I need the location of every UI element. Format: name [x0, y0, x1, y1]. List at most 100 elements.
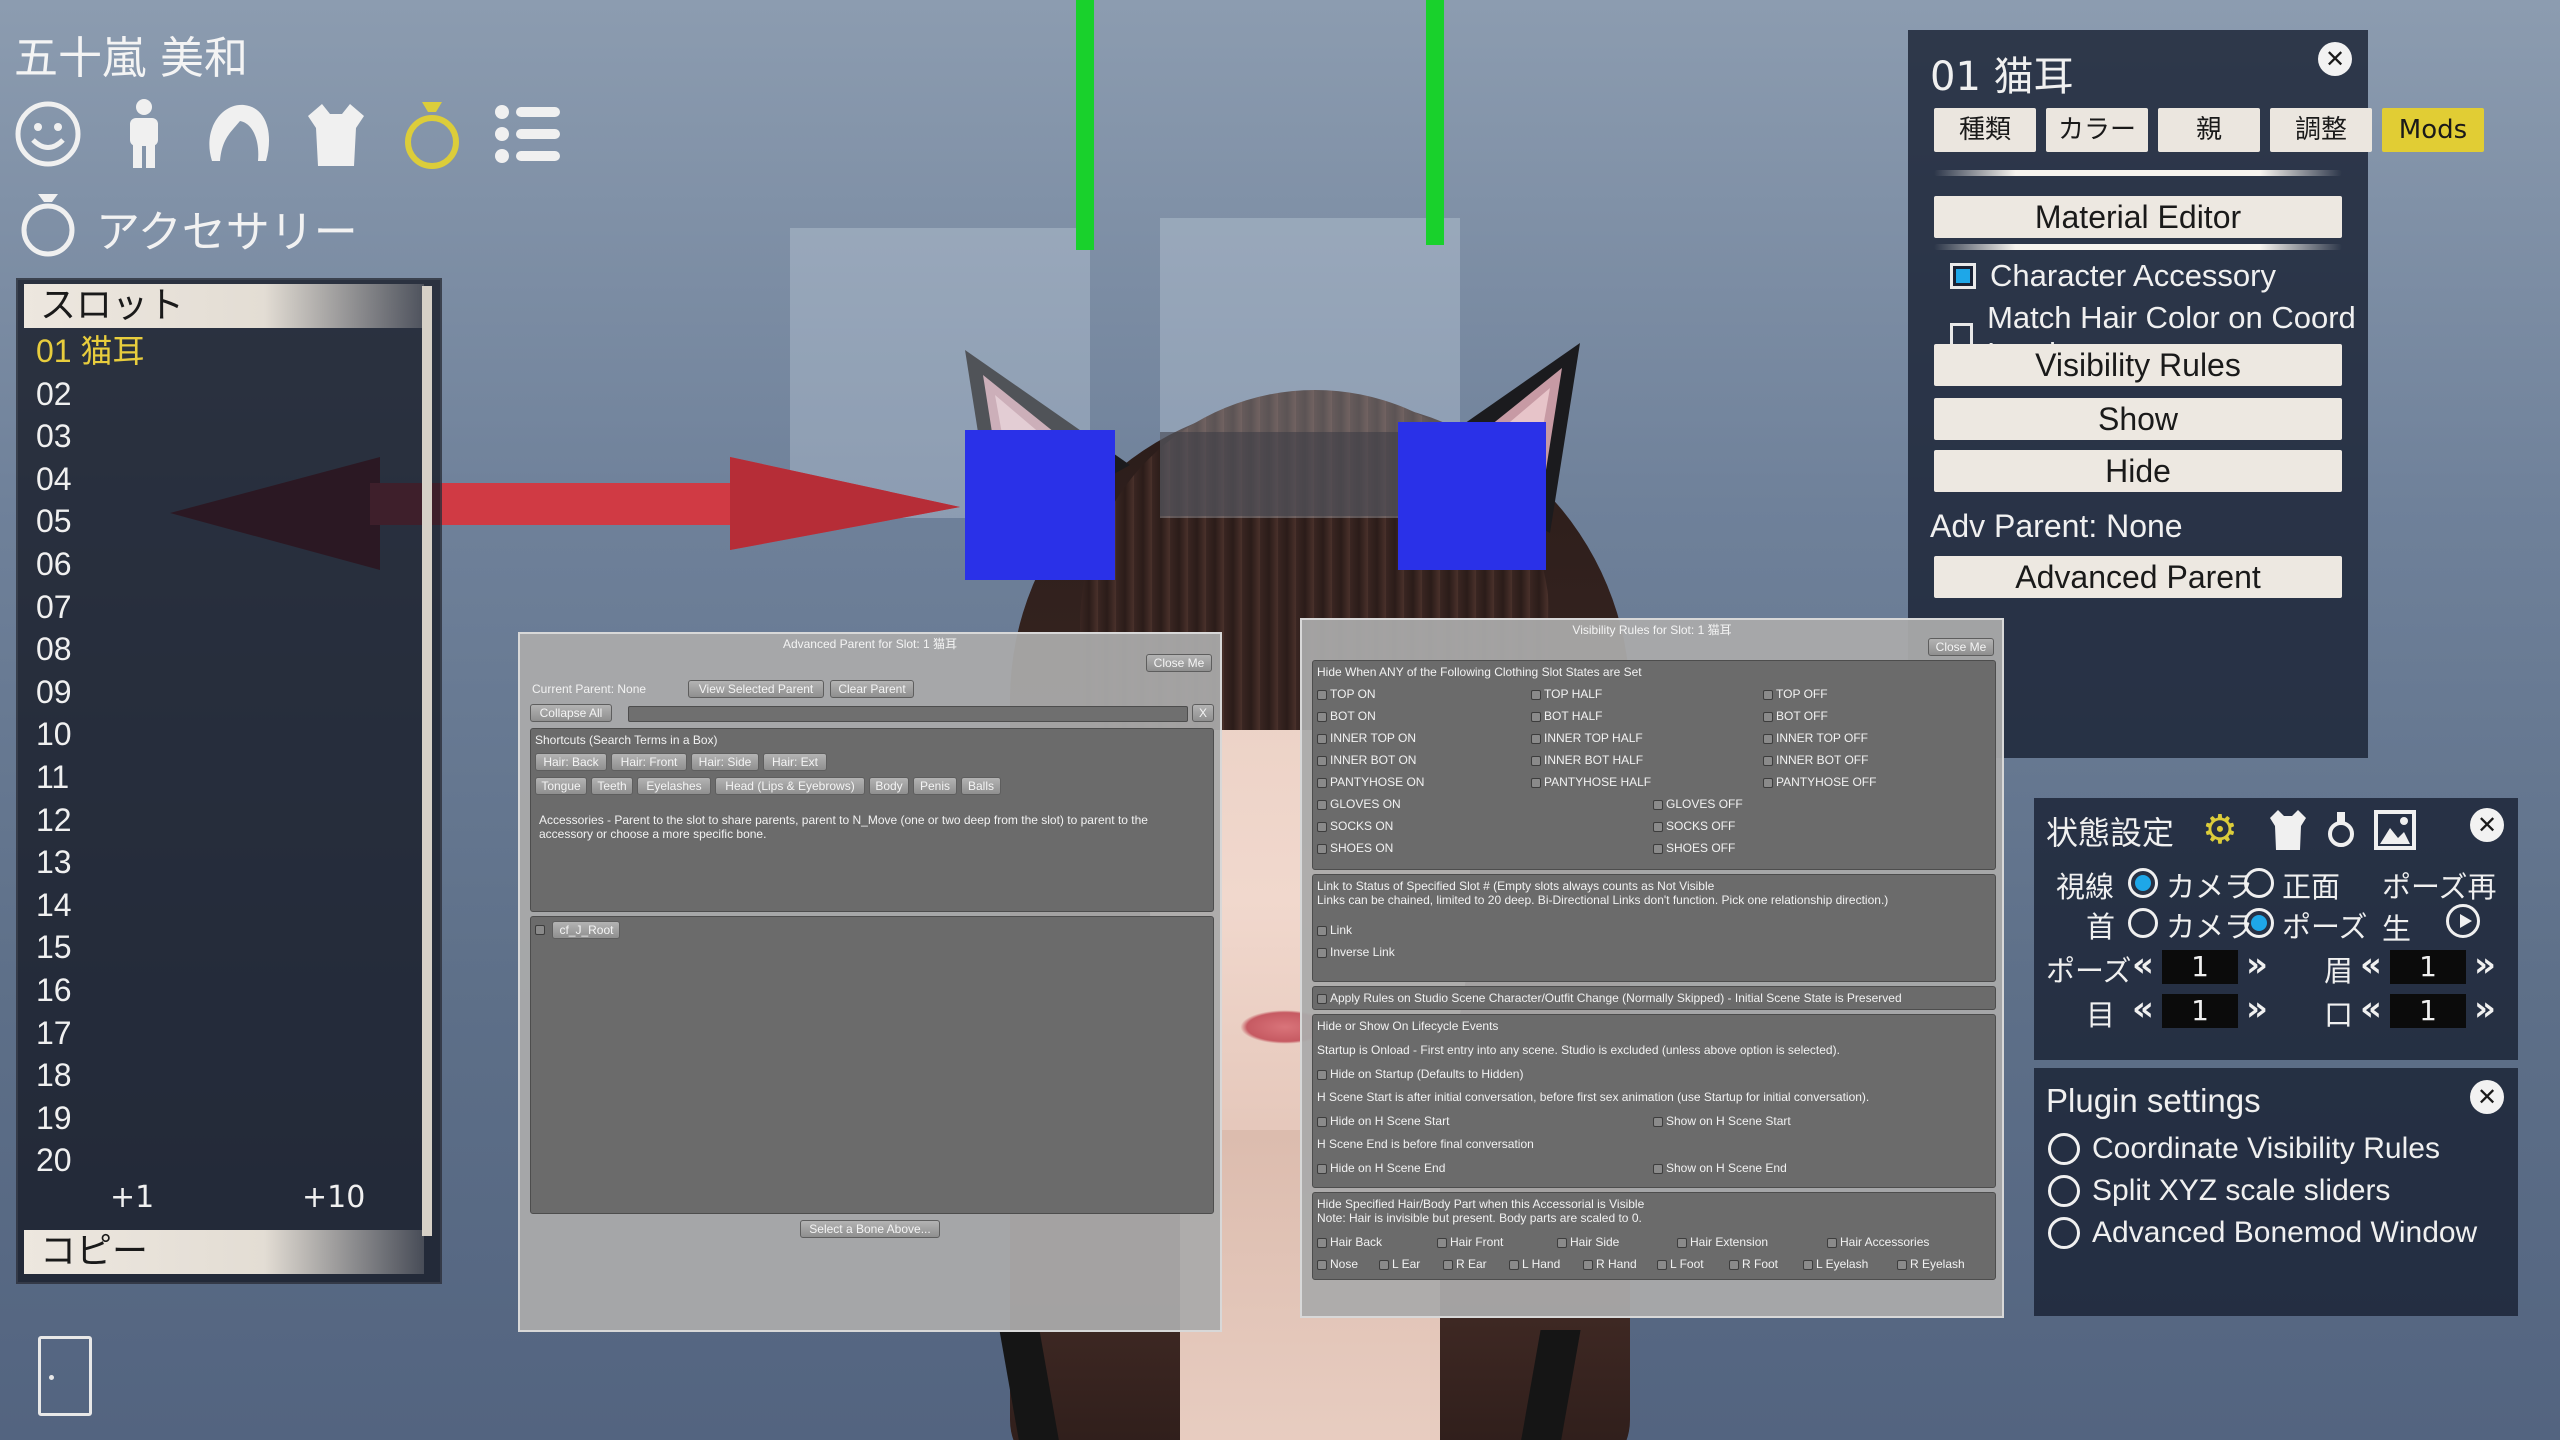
checkbox-icon[interactable]	[1763, 711, 1773, 722]
slot-item[interactable]: 20	[36, 1139, 145, 1182]
checkbox-icon[interactable]	[1317, 733, 1327, 744]
checkbox-icon[interactable]	[1317, 1163, 1327, 1174]
hair-icon[interactable]	[202, 98, 274, 170]
advanced-bonemod-option[interactable]: Advanced Bonemod Window	[2048, 1216, 2477, 1250]
outfit-icon[interactable]	[2268, 808, 2308, 856]
shortcut-hair-back[interactable]: Hair: Back	[535, 753, 607, 771]
shortcut-eyelashes[interactable]: Eyelashes	[637, 777, 711, 795]
rule-bot-on[interactable]: BOT ON	[1317, 709, 1376, 723]
checkbox-icon[interactable]	[1317, 689, 1327, 700]
slot-item[interactable]: 04	[36, 458, 145, 501]
shortcut-teeth[interactable]: Teeth	[591, 777, 633, 795]
checkbox-icon[interactable]	[1509, 1259, 1519, 1270]
clear-parent-button[interactable]: Clear Parent	[830, 680, 914, 698]
clothing-icon[interactable]	[300, 98, 372, 170]
accessory-icon[interactable]	[396, 98, 468, 170]
gizmo-axis-y-left[interactable]	[1076, 0, 1094, 250]
slot-item[interactable]: 17	[36, 1012, 145, 1055]
checkbox-icon[interactable]	[1317, 843, 1327, 854]
checkbox-icon[interactable]	[1653, 1163, 1663, 1174]
material-editor-button[interactable]: Material Editor	[1934, 196, 2342, 238]
checkbox-icon[interactable]	[1317, 1069, 1327, 1080]
rule-shoes-off[interactable]: SHOES OFF	[1653, 841, 1735, 855]
hide-hscene-start-toggle[interactable]: Hide on H Scene Start	[1317, 1114, 1449, 1128]
checkbox-icon[interactable]	[1317, 821, 1327, 832]
shortcut-penis[interactable]: Penis	[913, 777, 957, 795]
checkbox-icon[interactable]	[1763, 777, 1773, 788]
rule-socks-on[interactable]: SOCKS ON	[1317, 819, 1393, 833]
slot-item[interactable]: 12	[36, 799, 145, 842]
rule-top-off[interactable]: TOP OFF	[1763, 687, 1828, 701]
bone-node-row[interactable]: cf_J_Root	[535, 921, 621, 939]
light-icon[interactable]	[2326, 808, 2356, 856]
gaze-camera-radio[interactable]	[2128, 868, 2158, 898]
part-hair-front[interactable]: Hair Front	[1437, 1235, 1503, 1249]
slot-item[interactable]: 06	[36, 543, 145, 586]
checkbox-icon[interactable]	[1531, 689, 1541, 700]
shortcut-body[interactable]: Body	[869, 777, 909, 795]
brow-prev-icon[interactable]: «	[2360, 948, 2382, 982]
neck-camera-radio[interactable]	[2128, 908, 2158, 938]
checkbox-icon[interactable]	[1531, 711, 1541, 722]
list-icon[interactable]	[492, 98, 564, 170]
select-bone-button[interactable]: Select a Bone Above...	[800, 1220, 940, 1238]
slot-scrollbar[interactable]	[422, 286, 432, 1236]
eye-next-icon[interactable]: »	[2246, 992, 2268, 1026]
slot-item[interactable]: 10	[36, 713, 145, 756]
add-ten-slots-button[interactable]: +10	[302, 1180, 365, 1215]
rule-bot-half[interactable]: BOT HALF	[1531, 709, 1602, 723]
rule-pantyhose-off[interactable]: PANTYHOSE OFF	[1763, 775, 1876, 789]
search-input[interactable]	[628, 706, 1188, 722]
gaze-front-radio[interactable]	[2244, 868, 2274, 898]
part-hair-accessories[interactable]: Hair Accessories	[1827, 1235, 1929, 1249]
tab-type[interactable]: 種類	[1934, 108, 2036, 152]
slot-item[interactable]: 18	[36, 1054, 145, 1097]
checkbox-icon[interactable]	[1317, 799, 1327, 810]
slot-item[interactable]: 15	[36, 926, 145, 969]
hide-hscene-end-toggle[interactable]: Hide on H Scene End	[1317, 1161, 1445, 1175]
gizmo-axis-y-right[interactable]	[1426, 0, 1444, 245]
mouth-value[interactable]: 1	[2390, 994, 2466, 1028]
rule-gloves-off[interactable]: GLOVES OFF	[1653, 797, 1743, 811]
neck-pose-radio[interactable]	[2244, 908, 2274, 938]
gizmo-handle-right[interactable]	[1398, 422, 1546, 570]
close-button[interactable]: Close Me	[1146, 654, 1212, 672]
slot-item[interactable]: 08	[36, 628, 145, 671]
part-l-foot[interactable]: L Foot	[1657, 1257, 1704, 1271]
checkbox-icon[interactable]	[1557, 1237, 1567, 1248]
checkbox-icon[interactable]	[1317, 947, 1327, 958]
slot-item[interactable]: 07	[36, 586, 145, 629]
checkbox-icon[interactable]	[1897, 1259, 1907, 1270]
rule-inner-top-on[interactable]: INNER TOP ON	[1317, 731, 1416, 745]
rule-top-on[interactable]: TOP ON	[1317, 687, 1376, 701]
shortcut-hair-ext[interactable]: Hair: Ext	[763, 753, 827, 771]
exit-door-icon[interactable]	[38, 1336, 92, 1416]
radio-icon[interactable]	[2048, 1175, 2080, 1207]
rule-inner-bot-off[interactable]: INNER BOT OFF	[1763, 753, 1868, 767]
part-r-eyelash[interactable]: R Eyelash	[1897, 1257, 1965, 1271]
play-icon[interactable]	[2446, 904, 2480, 938]
part-hair-back[interactable]: Hair Back	[1317, 1235, 1382, 1249]
checkbox-icon[interactable]	[1317, 777, 1327, 788]
show-hscene-end-toggle[interactable]: Show on H Scene End	[1653, 1161, 1787, 1175]
character-accessory-toggle[interactable]: Character Accessory	[1950, 258, 2276, 294]
checkbox-icon[interactable]	[1653, 799, 1663, 810]
close-icon[interactable]: ✕	[2470, 1080, 2504, 1114]
view-selected-parent-button[interactable]: View Selected Parent	[688, 680, 824, 698]
checkbox-icon[interactable]	[1653, 821, 1663, 832]
part-r-ear[interactable]: R Ear	[1443, 1257, 1487, 1271]
checkbox-icon[interactable]	[1763, 755, 1773, 766]
checkbox-icon[interactable]	[1317, 755, 1327, 766]
split-xyz-option[interactable]: Split XYZ scale sliders	[2048, 1174, 2390, 1208]
hide-button[interactable]: Hide	[1934, 450, 2342, 492]
mouth-prev-icon[interactable]: «	[2360, 992, 2382, 1026]
part-hair-extension[interactable]: Hair Extension	[1677, 1235, 1768, 1249]
rule-inner-top-half[interactable]: INNER TOP HALF	[1531, 731, 1643, 745]
part-l-eyelash[interactable]: L Eyelash	[1803, 1257, 1868, 1271]
inverse-link-toggle[interactable]: Inverse Link	[1317, 945, 1395, 959]
checkbox-icon[interactable]	[1317, 711, 1327, 722]
slot-item[interactable]: 19	[36, 1097, 145, 1140]
brow-value[interactable]: 1	[2390, 950, 2466, 984]
shortcut-tongue[interactable]: Tongue	[535, 777, 587, 795]
checkbox-icon[interactable]	[1657, 1259, 1667, 1270]
